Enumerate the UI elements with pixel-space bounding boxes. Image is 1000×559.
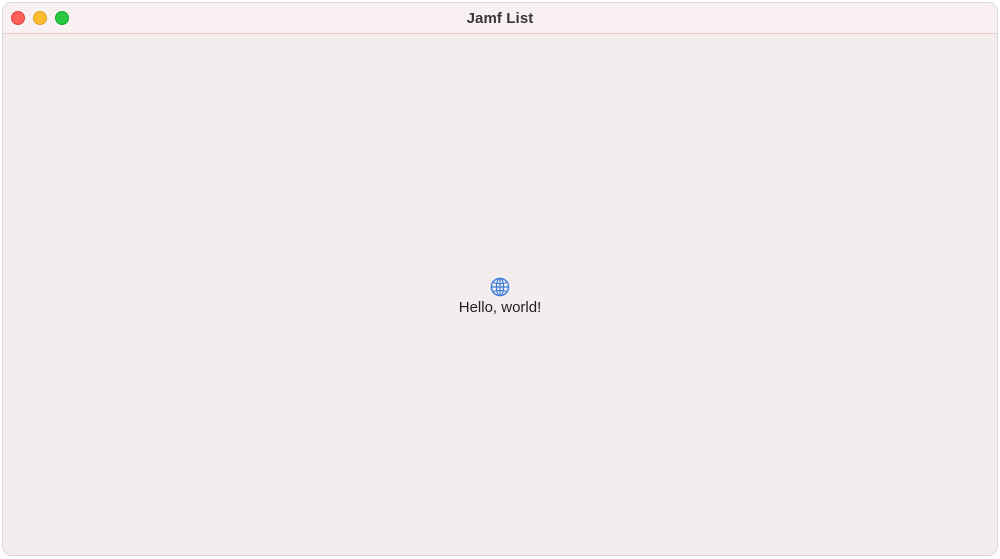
main-content: Hello, world! [3, 34, 997, 555]
center-stack: Hello, world! [3, 277, 997, 316]
greeting-text: Hello, world! [458, 299, 542, 316]
title-bar[interactable]: Jamf List [3, 3, 997, 34]
globe-icon [490, 277, 510, 297]
window-title: Jamf List [466, 10, 534, 27]
app-window: Jamf List Hello, world! [2, 2, 998, 556]
